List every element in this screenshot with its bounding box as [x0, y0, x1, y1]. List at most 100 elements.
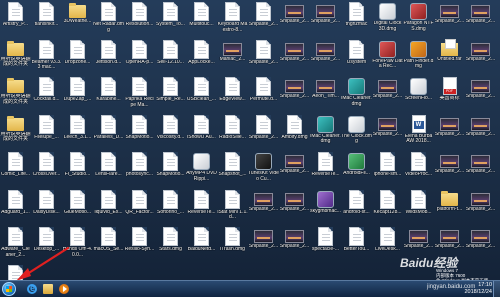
- desktop-icon[interactable]: Adguard_1...: [0, 188, 31, 230]
- desktop-icon[interactable]: OpenRA-p...: [124, 38, 155, 80]
- desktop-icon[interactable]: ScreenFlo...: [403, 75, 434, 117]
- desktop-icon[interactable]: iphone-sm...: [372, 150, 403, 192]
- desktop-icon[interactable]: Snapshot_...: [217, 150, 248, 192]
- desktop-icon[interactable]: Paragon NTFS.dmg: [403, 0, 434, 42]
- desktop-icon[interactable]: Snipaste_2...: [248, 0, 279, 42]
- desktop-icon[interactable]: tianxinkir...: [31, 0, 62, 42]
- desktop-icon[interactable]: 用听说英语翻 成的文件夹: [0, 38, 31, 80]
- desktop-icon[interactable]: SnapMotio...: [124, 113, 155, 155]
- desktop-icon[interactable]: Beamer v3.3.3 mac...: [31, 38, 62, 80]
- desktop-icon[interactable]: Leech_3.1...: [62, 113, 93, 155]
- desktop-icon[interactable]: TunesKit Video Cu...: [248, 150, 279, 192]
- desktop-icon[interactable]: Snipaste_2...: [465, 0, 496, 42]
- desktop-icon[interactable]: Ambify.dmg: [279, 113, 310, 155]
- desktop-icon[interactable]: iMac Cleaner.dmg: [310, 113, 341, 155]
- desktop-icon[interactable]: iShowU Au...: [186, 113, 217, 155]
- desktop-icon[interactable]: Multitouc...: [186, 0, 217, 42]
- desktop-icon[interactable]: Viscosity.d...: [155, 113, 186, 155]
- desktop-icon[interactable]: Paprika Recipe Ma...: [124, 75, 155, 117]
- desktop-icon[interactable]: Usystem: [341, 38, 372, 80]
- desktop-icon[interactable]: Snipaste_2...: [310, 0, 341, 42]
- desktop-icon[interactable]: spectacle-...: [310, 225, 341, 267]
- desktop-icon[interactable]: Snipaste_2...: [465, 150, 496, 192]
- desktop-icon[interactable]: iMac Cleaner.dmg: [341, 75, 372, 117]
- desktop-icon[interactable]: BaiduNetd...: [186, 225, 217, 267]
- desktop-icon[interactable]: RadioSille...: [217, 113, 248, 155]
- desktop-icon[interactable]: skygmbmac...: [310, 188, 341, 230]
- desktop-icon[interactable]: Snipaste_2...: [279, 38, 310, 80]
- desktop-icon[interactable]: Snipaste_2...: [465, 188, 496, 230]
- desktop-icon[interactable]: liquivid_Ex...: [93, 188, 124, 230]
- desktop-icon[interactable]: platform-t...: [434, 188, 465, 230]
- desktop-icon[interactable]: AppLocke...: [186, 38, 217, 80]
- desktop-icon[interactable]: Snipaste_2...: [248, 113, 279, 155]
- desktop-icon[interactable]: Filelupe_...: [31, 113, 62, 155]
- desktop-icon[interactable]: CrossOver...: [31, 150, 62, 192]
- windows-explorer-icon[interactable]: [40, 282, 56, 296]
- desktop-icon[interactable]: 美国商标: [434, 75, 465, 117]
- desktop-icon[interactable]: Net Radar.dmg: [93, 0, 124, 42]
- desktop-icon[interactable]: Snipaste_2...: [248, 188, 279, 230]
- desktop-icon[interactable]: Sell-12.10...: [155, 38, 186, 80]
- desktop-icon[interactable]: Dropzone...: [62, 38, 93, 80]
- desktop-icon[interactable]: tngnzmac: [341, 0, 372, 42]
- desktop-icon[interactable]: 3DWeathe...: [62, 0, 93, 42]
- desktop-icon[interactable]: WildsMob...: [403, 188, 434, 230]
- desktop-icon[interactable]: Digital Clock 3D.dmg: [372, 0, 403, 42]
- desktop-icon[interactable]: Jettison.d...: [93, 38, 124, 80]
- desktop-icon[interactable]: Snipaste_2...: [465, 113, 496, 155]
- desktop-icon[interactable]: Resilio-Syn...: [124, 225, 155, 267]
- desktop-icon[interactable]: Parallels_D...: [93, 113, 124, 155]
- desktop-icon[interactable]: FonePaw Data Rec...: [372, 38, 403, 80]
- desktop-icon[interactable]: FI_Studio...: [62, 150, 93, 192]
- desktop-icon[interactable]: Snipaste_2...: [279, 188, 310, 230]
- desktop-icon[interactable]: ReverseTe...: [310, 150, 341, 192]
- desktop-icon[interactable]: GlueMotio...: [62, 188, 93, 230]
- desktop-icon[interactable]: Snipaste_2...: [279, 225, 310, 267]
- desktop-icon[interactable]: System_To...: [155, 0, 186, 42]
- desktop-icon[interactable]: macOS_Se...: [93, 225, 124, 267]
- desktop-icon[interactable]: Snipaste_2...: [248, 38, 279, 80]
- desktop-icon[interactable]: iTrash.dmg: [217, 225, 248, 267]
- desktop-icon[interactable]: App Tamer.dmg: [0, 263, 31, 280]
- desktop-icon[interactable]: Hands Off!-4.0.0...: [62, 225, 93, 267]
- desktop-icon[interactable]: Snipaste_2...: [279, 0, 310, 42]
- desktop-icon[interactable]: Maniac_2...: [217, 38, 248, 80]
- desktop-icon[interactable]: BetterTou...: [341, 225, 372, 267]
- desktop-icon[interactable]: LensFlare...: [93, 150, 124, 192]
- desktop-icon[interactable]: LiveDesk...: [372, 225, 403, 267]
- desktop-icon[interactable]: Snipaste_2...: [248, 225, 279, 267]
- desktop-icon[interactable]: Aeon_Tim...: [310, 75, 341, 117]
- desktop-icon[interactable]: Adware_ Cleaner_2...: [0, 225, 31, 267]
- desktop-icon[interactable]: Stars.dmg: [155, 225, 186, 267]
- desktop-icon[interactable]: Elena Burba AW 2018...: [403, 113, 434, 155]
- desktop-icon[interactable]: 用听说英语翻 成的文件夹: [0, 113, 31, 155]
- desktop-icon[interactable]: android-st...: [341, 188, 372, 230]
- desktop-icon[interactable]: Desktop_...: [31, 225, 62, 267]
- desktop-icon[interactable]: Karabine...: [93, 75, 124, 117]
- desktop-icon[interactable]: DupeZap_...: [62, 75, 93, 117]
- desktop-icon[interactable]: Resolution...: [124, 0, 155, 42]
- desktop-icon[interactable]: SnapMotio...: [155, 150, 186, 192]
- desktop-icon[interactable]: ReverseTe...: [186, 188, 217, 230]
- start-button[interactable]: [2, 282, 16, 296]
- desktop-icon[interactable]: DaisyDisk...: [31, 188, 62, 230]
- desktop-icon[interactable]: Softorino_...: [155, 188, 186, 230]
- desktop-icon[interactable]: QR_Factor...: [124, 188, 155, 230]
- desktop-icon[interactable]: Path Finder.dmg: [403, 38, 434, 80]
- desktop-icon[interactable]: Snipaste_2...: [279, 75, 310, 117]
- desktop-icon[interactable]: Artistry_P...: [0, 0, 31, 42]
- desktop-icon[interactable]: Untitled.rar: [434, 38, 465, 80]
- desktop-icon[interactable]: USBclean_...: [186, 75, 217, 117]
- desktop-icon[interactable]: photosync...: [124, 150, 155, 192]
- desktop-icon[interactable]: Snipaste_2...: [434, 113, 465, 155]
- desktop-icon[interactable]: VideoProc...: [403, 150, 434, 192]
- desktop-icon[interactable]: The Clock.dmg: [341, 113, 372, 155]
- desktop-icon[interactable]: Snipaste_2...: [279, 150, 310, 192]
- desktop-icon[interactable]: Permute.d...: [248, 75, 279, 117]
- desktop-icon[interactable]: Snipaste_2...: [434, 150, 465, 192]
- desktop-icon[interactable]: Snipaste_2...: [465, 75, 496, 117]
- internet-explorer-icon[interactable]: [24, 282, 40, 296]
- desktop[interactable]: Artistry_P... 用听说英语翻 成的文件夹 用听说英语翻 成的文件夹 用听说…: [0, 0, 500, 280]
- desktop-icon[interactable]: Cocktail.d...: [31, 75, 62, 117]
